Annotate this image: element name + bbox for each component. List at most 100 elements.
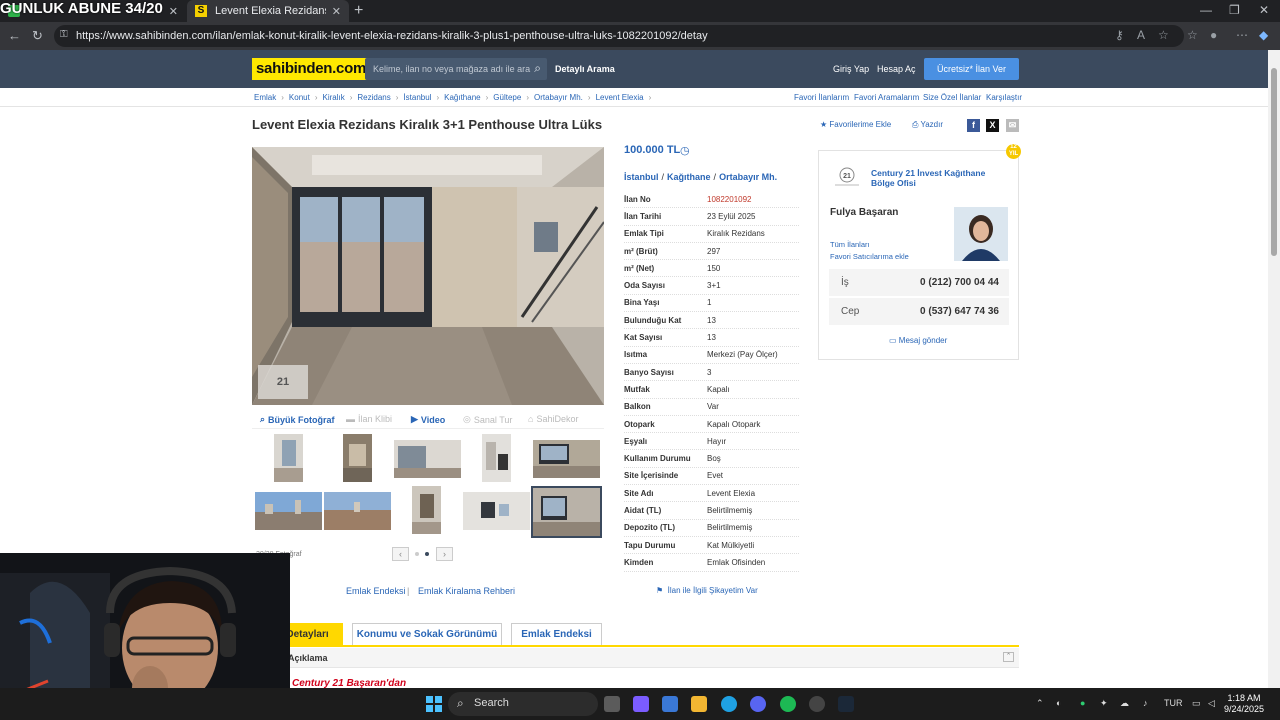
breadcrumb-item[interactable]: Emlak (254, 93, 276, 102)
photo-thumbnail[interactable] (482, 434, 511, 482)
file-explorer-icon[interactable] (691, 696, 707, 712)
url-field[interactable]: ⚿ https://www.sahibinden.com/ilan/emlak-… (54, 25, 1184, 47)
store-icon[interactable] (662, 696, 678, 712)
menu-icon[interactable]: ⋯ (1236, 28, 1248, 42)
tray-status-icon[interactable]: ● (1080, 698, 1085, 708)
star-icon[interactable]: ☆ (1158, 28, 1169, 42)
complaint-link[interactable]: ⚑ İlan ile İlgili Şikayetim Var (656, 586, 758, 595)
tab-location[interactable]: Konumu ve Sokak Görünümü (352, 623, 502, 646)
back-icon[interactable]: ← (8, 28, 21, 43)
rental-guide-link[interactable]: Emlak Kiralama Rehberi (418, 586, 515, 596)
work-phone-row[interactable]: İş 0 (212) 700 04 44 (829, 269, 1009, 296)
task-view-icon[interactable] (604, 696, 620, 712)
favorite-searches-link[interactable]: Favori Aramalarım (854, 93, 919, 102)
location-neighborhood[interactable]: Ortabayır Mh. (719, 172, 777, 182)
breadcrumb-item[interactable]: Kağıthane (444, 93, 480, 102)
price-history-icon[interactable]: ◷ (680, 144, 690, 157)
x-share-icon[interactable]: X (986, 119, 999, 132)
new-tab-icon[interactable]: + (354, 2, 363, 20)
breadcrumb-item[interactable]: Kiralık (322, 93, 344, 102)
location-district[interactable]: Kağıthane (667, 172, 711, 182)
tray-icon[interactable]: ✦ (1100, 698, 1108, 709)
edge-browser-icon[interactable] (721, 696, 737, 712)
post-ad-button[interactable]: Ücretsiz* İlan Ver (924, 58, 1019, 80)
real-estate-index-link[interactable]: Emlak Endeksi (346, 586, 406, 596)
network-icon[interactable]: ▭ (1192, 698, 1201, 709)
compare-link[interactable]: Karşılaştır (986, 93, 1022, 102)
close-tab-icon[interactable]: ✕ (169, 5, 178, 18)
copilot-icon[interactable]: ◆ (1259, 28, 1268, 42)
page-scrollbar[interactable] (1268, 50, 1280, 688)
scrollbar-thumb[interactable] (1271, 68, 1277, 256)
sahidekor-button[interactable]: ⌂ SahiDekor (528, 414, 578, 424)
favorite-seller-link[interactable]: Favori Satıcılarıma ekle (830, 252, 909, 261)
register-link[interactable]: Hesap Aç (877, 64, 916, 74)
add-favorite-button[interactable]: ★ Favorilerime Ekle (820, 120, 891, 129)
main-listing-photo[interactable]: 21 (252, 147, 604, 405)
tab-real-estate-index[interactable]: Emlak Endeksi (511, 623, 602, 646)
spotify-icon[interactable] (780, 696, 796, 712)
send-message-link[interactable]: ▭ Mesaj gönder (889, 336, 947, 345)
windows-start-icon[interactable] (426, 696, 442, 712)
photo-thumbnail[interactable] (394, 440, 461, 478)
tray-icon[interactable]: ◐ (1056, 698, 1061, 708)
print-button[interactable]: ⎙ Yazdır (912, 120, 943, 130)
read-aloud-icon[interactable]: A (1137, 28, 1145, 42)
favorite-listings-link[interactable]: Favori İlanlarım (794, 93, 849, 102)
pager-dot-active[interactable] (425, 552, 429, 556)
photo-thumbnail[interactable] (412, 486, 441, 534)
description-section-header[interactable]: Açıklama ⌃ (252, 648, 1019, 668)
discord-icon[interactable] (750, 696, 766, 712)
volume-icon[interactable]: ◁ (1208, 698, 1215, 709)
big-photo-button[interactable]: ⌕ Büyük Fotoğraf (260, 414, 335, 425)
photo-thumbnail[interactable] (533, 440, 600, 478)
taskbar-search[interactable]: ⌕ Search (448, 692, 598, 716)
favorites-icon[interactable]: ☆ (1187, 28, 1198, 42)
photo-prev-button[interactable]: ‹ (392, 547, 409, 561)
photo-thumbnail[interactable] (343, 434, 372, 482)
photo-thumbnail[interactable] (274, 434, 303, 482)
key-icon[interactable]: ⚷ (1115, 28, 1124, 42)
breadcrumb-item[interactable]: Ortabayır Mh. (534, 93, 583, 102)
browser-tab-active[interactable]: S Levent Elexia Rezidans Kiralık 3+1 ✕ (187, 0, 349, 22)
virtual-tour-button[interactable]: ◎ Sanal Tur (463, 414, 512, 425)
clip-button[interactable]: ▬ İlan Klibi (346, 414, 392, 424)
language-indicator[interactable]: TUR (1164, 698, 1183, 708)
agency-logo[interactable]: 21 (831, 167, 863, 187)
close-tab-icon[interactable]: ✕ (332, 5, 341, 18)
photo-thumbnail[interactable] (324, 492, 391, 530)
email-share-icon[interactable]: ✉ (1006, 119, 1019, 132)
minimize-icon[interactable]: — (1200, 3, 1212, 17)
tray-overflow-icon[interactable]: ⌃ (1036, 698, 1044, 709)
pager-dot[interactable] (415, 552, 419, 556)
agency-name[interactable]: Century 21 İnvest Kağıthane Bölge Ofisi (871, 168, 1011, 188)
breadcrumb-item[interactable]: İstanbul (403, 93, 431, 102)
close-window-icon[interactable]: ✕ (1259, 3, 1269, 17)
all-listings-link[interactable]: Tüm İlanları (830, 240, 870, 249)
location-city[interactable]: İstanbul (624, 172, 659, 182)
search-icon[interactable]: ⌕ (534, 61, 541, 76)
breadcrumb-item[interactable]: Gültepe (493, 93, 521, 102)
tray-icon[interactable]: ☁ (1120, 698, 1129, 709)
maximize-icon[interactable]: ❐ (1229, 3, 1240, 17)
app-icon[interactable] (809, 696, 825, 712)
profile-icon[interactable]: ● (1210, 28, 1217, 42)
microphone-icon[interactable]: ♪ (1143, 698, 1148, 708)
breadcrumb-item[interactable]: Levent Elexia (596, 93, 644, 102)
breadcrumb-item[interactable]: Rezidans (357, 93, 390, 102)
mobile-phone-row[interactable]: Cep 0 (537) 647 74 36 (829, 298, 1009, 325)
video-button[interactable]: ▶ Video (411, 414, 445, 425)
detailed-search-link[interactable]: Detaylı Arama (555, 64, 615, 74)
photo-thumbnail-selected[interactable] (531, 486, 602, 538)
refresh-icon[interactable]: ↻ (32, 28, 43, 44)
collapse-icon[interactable]: ⌃ (1003, 652, 1014, 662)
breadcrumb-item[interactable]: Konut (289, 93, 310, 102)
photo-next-button[interactable]: › (436, 547, 453, 561)
steam-icon[interactable] (838, 696, 854, 712)
taskbar-clock[interactable]: 1:18 AM 9/24/2025 (1224, 693, 1264, 715)
copilot-app-icon[interactable] (633, 696, 649, 712)
site-logo[interactable]: sahibinden.com (252, 58, 370, 80)
special-listings-link[interactable]: Size Özel İlanlar (923, 93, 981, 102)
facebook-share-icon[interactable]: f (967, 119, 980, 132)
photo-thumbnail[interactable] (255, 492, 322, 530)
